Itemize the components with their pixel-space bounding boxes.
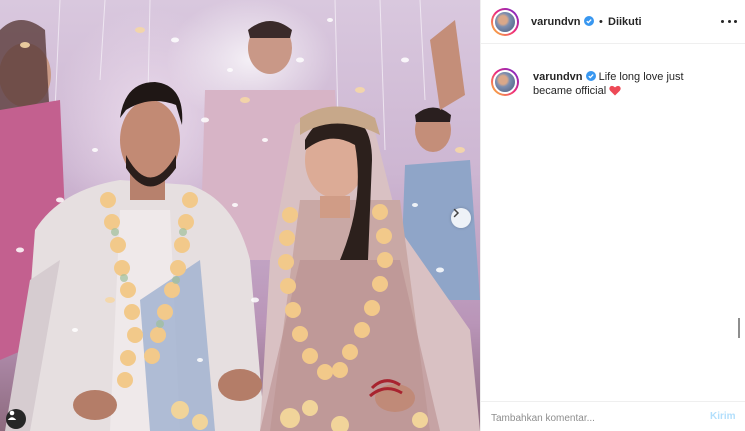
scrollbar-thumb[interactable]: [738, 318, 740, 338]
post-header: varundvn • Diikuti: [481, 0, 745, 44]
comment-input[interactable]: [491, 410, 691, 426]
post-photo[interactable]: [0, 0, 480, 431]
caption-avatar-image: [493, 70, 517, 94]
avatar[interactable]: [491, 8, 519, 36]
caption-verified-badge-icon: [585, 71, 596, 81]
post-comment-button[interactable]: Kirim: [710, 411, 736, 422]
chevron-right-icon: [453, 208, 460, 218]
header-username-text[interactable]: varundvn: [531, 16, 581, 28]
post-caption: varundvn Life long love just became offi…: [533, 70, 718, 98]
wedding-photo-illustration: [0, 0, 480, 431]
next-photo-button[interactable]: [451, 208, 471, 228]
more-options-icon[interactable]: [721, 14, 737, 28]
post-side-panel: varundvn • Diikuti varundvn Life long lo…: [480, 0, 745, 431]
caption-avatar[interactable]: [491, 68, 519, 96]
header-username[interactable]: varundvn: [531, 16, 594, 28]
tagged-users-button[interactable]: [6, 409, 26, 429]
caption-username[interactable]: varundvn: [533, 71, 583, 83]
heart-emoji: [609, 85, 621, 96]
user-tag-icon: [7, 410, 17, 420]
comment-bar: Kirim: [481, 401, 745, 431]
avatar-image: [493, 10, 517, 34]
following-button[interactable]: Diikuti: [608, 16, 642, 28]
verified-badge-icon: [583, 16, 594, 26]
header-separator: •: [599, 16, 603, 28]
